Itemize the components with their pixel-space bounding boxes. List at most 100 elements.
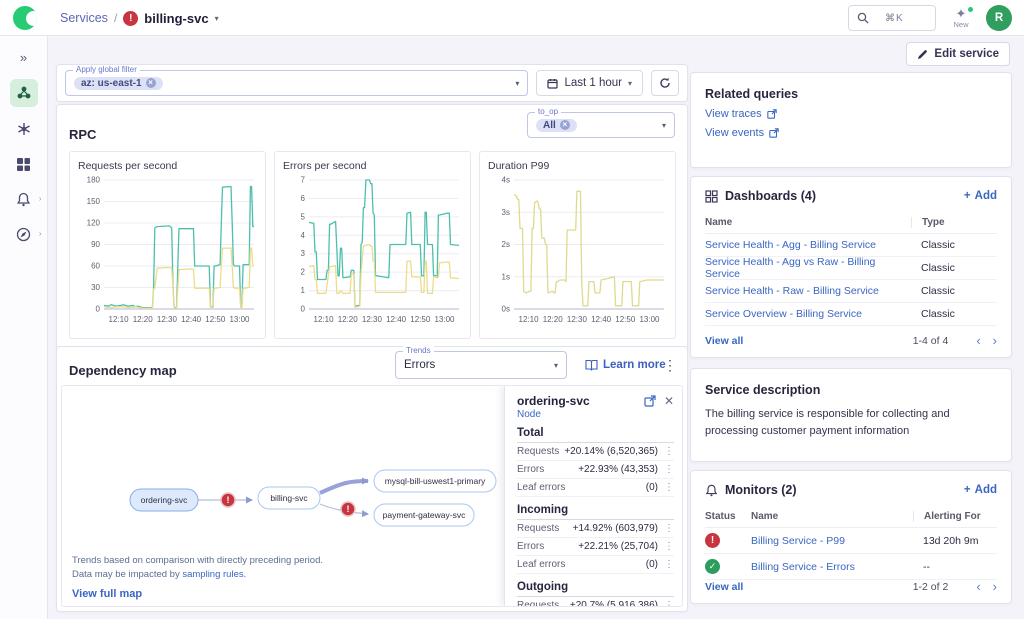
dependency-map-canvas[interactable]: ! ! ordering-svc billing-svc mysql-bill-… [61,385,683,607]
monitor-alert-icon: ! [705,533,720,548]
to-op-label: to_op [535,107,561,116]
to-op-chip-label: All [543,120,556,131]
service-description-card: Service description The billing service … [690,368,1012,462]
svg-text:120: 120 [87,219,101,228]
svg-text:12:10: 12:10 [109,315,130,324]
kebab-menu-icon[interactable]: ⋮ [664,464,674,475]
node-payment-gateway-svc[interactable]: payment-gateway-svc [374,504,474,526]
errors-chart[interactable]: Errors per second 0123456712:1012:2012:3… [274,151,471,339]
kebab-menu-icon[interactable]: ⋮ [663,357,677,374]
chevron-right-icon: › [39,229,42,238]
metric-row: Requests+20.14% (6,520,365)⋮ [517,443,674,461]
next-page-icon[interactable]: › [993,333,997,348]
to-op-select[interactable]: to_op All × ▾ [527,112,675,138]
apm-hub-icon [16,121,32,137]
view-all-monitors-link[interactable]: View all [705,581,913,593]
view-traces-link[interactable]: View traces [705,108,997,120]
sampling-rules-link[interactable]: sampling rules. [182,569,246,580]
sidebar-item-explore[interactable]: › [10,221,38,247]
next-page-icon[interactable]: › [993,579,997,594]
sidebar-item-apm[interactable] [10,116,38,142]
learn-more-link[interactable]: Learn more [585,359,666,371]
monitor-link[interactable]: Billing Service - P99 [751,535,913,547]
edit-service-button[interactable]: Edit service [906,42,1010,66]
view-all-dashboards-link[interactable]: View all [705,335,913,347]
requests-chart[interactable]: Requests per second 030609012015018012:1… [69,151,266,339]
edge-billing-mysql [320,481,368,493]
kebab-menu-icon[interactable]: ⋮ [664,559,674,570]
svg-text:12:40: 12:40 [591,315,612,324]
kebab-menu-icon[interactable]: ⋮ [664,600,674,606]
svg-text:2s: 2s [502,240,510,249]
rpc-charts-row: Requests per second 030609012015018012:1… [69,151,675,339]
time-range-button[interactable]: Last 1 hour ▾ [536,70,643,96]
global-filter-select[interactable]: Apply global filter az: us-east-1 × ▾ [65,70,528,96]
whats-new-button[interactable]: ✦ New [946,8,976,29]
kebab-menu-icon[interactable]: ⋮ [664,523,674,534]
remove-filter-icon[interactable]: × [146,78,156,88]
node-ordering-svc[interactable]: ordering-svc [130,489,198,511]
trends-label: Trends [403,346,434,355]
chevron-down-icon: ▾ [628,79,632,88]
trends-select[interactable]: Trends Errors ▾ [395,351,567,379]
svg-text:mysql-bill-uswest1-primary: mysql-bill-uswest1-primary [385,476,486,486]
svg-text:12:10: 12:10 [314,315,335,324]
chart-title: Requests per second [78,160,259,172]
prev-page-icon[interactable]: ‹ [976,333,980,348]
breadcrumb-separator: / [114,11,117,25]
view-full-map-link[interactable]: View full map [72,588,142,600]
to-op-chip[interactable]: All × [536,119,577,132]
remove-filter-icon[interactable]: × [560,120,570,130]
svg-text:3: 3 [301,249,306,258]
duration-chart[interactable]: Duration P99 0s1s2s3s4s12:1012:2012:3012… [479,151,676,339]
top-bar: Services / ! billing-svc ▾ ⌘K ✦ New R [0,0,1024,36]
monitors-title: Monitors (2) [725,483,797,497]
app-logo-icon[interactable] [13,6,37,30]
trends-value: Errors [404,359,435,371]
dashboard-link[interactable]: Service Health - Agg - Billing Service [705,239,911,251]
kebab-menu-icon[interactable]: ⋮ [664,446,674,457]
prev-page-icon[interactable]: ‹ [976,579,980,594]
svg-text:12:50: 12:50 [205,315,226,324]
sidebar-item-dashboards[interactable] [10,151,38,177]
kebab-menu-icon[interactable]: ⋮ [664,541,674,552]
node-panel-subtitle[interactable]: Node [517,409,674,420]
filter-bar: Apply global filter az: us-east-1 × ▾ La… [56,64,688,102]
svg-text:12:40: 12:40 [386,315,407,324]
topbar-right: ⌘K ✦ New R [848,5,1012,31]
chevron-down-icon[interactable]: ▾ [215,14,219,23]
global-search-input[interactable]: ⌘K [848,5,936,31]
close-icon[interactable]: ✕ [664,394,674,408]
expand-nav-icon[interactable]: » [10,44,38,70]
avatar[interactable]: R [986,5,1012,31]
svg-text:6: 6 [301,194,306,203]
service-description-title: Service description [705,383,997,397]
sidebar-item-services[interactable] [10,79,38,107]
filter-chip-az[interactable]: az: us-east-1 × [74,77,163,90]
breadcrumb-service-name[interactable]: billing-svc [144,11,208,26]
node-billing-svc[interactable]: billing-svc [258,487,320,509]
metric-row: Errors+22.21% (25,704)⋮ [517,538,674,556]
sidebar-item-monitors[interactable]: › [10,186,38,212]
kebab-menu-icon[interactable]: ⋮ [664,482,674,493]
book-icon [585,359,598,371]
open-in-new-icon[interactable] [644,395,656,407]
dashboard-row: Service Health - Agg - Billing ServiceCl… [705,234,997,257]
refresh-button[interactable] [651,70,679,96]
svg-text:12:50: 12:50 [410,315,431,324]
dashboard-link[interactable]: Service Health - Raw - Billing Service [705,285,911,297]
view-events-link[interactable]: View events [705,127,997,139]
dashboard-link[interactable]: Service Overview - Billing Service [705,308,911,320]
breadcrumb-services-link[interactable]: Services [60,11,108,25]
dashboard-row: Service Health - Raw - Billing ServiceCl… [705,280,997,303]
monitor-ok-icon: ✓ [705,559,720,574]
dashboard-link[interactable]: Service Health - Agg vs Raw - Billing Se… [705,256,911,280]
monitor-link[interactable]: Billing Service - Errors [751,561,913,573]
learn-more-label: Learn more [603,359,666,371]
node-mysql-bill-uswest1-primary[interactable]: mysql-bill-uswest1-primary [374,470,496,492]
svg-text:0s: 0s [502,305,510,314]
left-nav-rail: » › › [0,36,48,619]
add-monitor-button[interactable]: +Add [964,484,997,496]
add-dashboard-button[interactable]: +Add [964,190,997,202]
section-total: Total [517,427,674,443]
